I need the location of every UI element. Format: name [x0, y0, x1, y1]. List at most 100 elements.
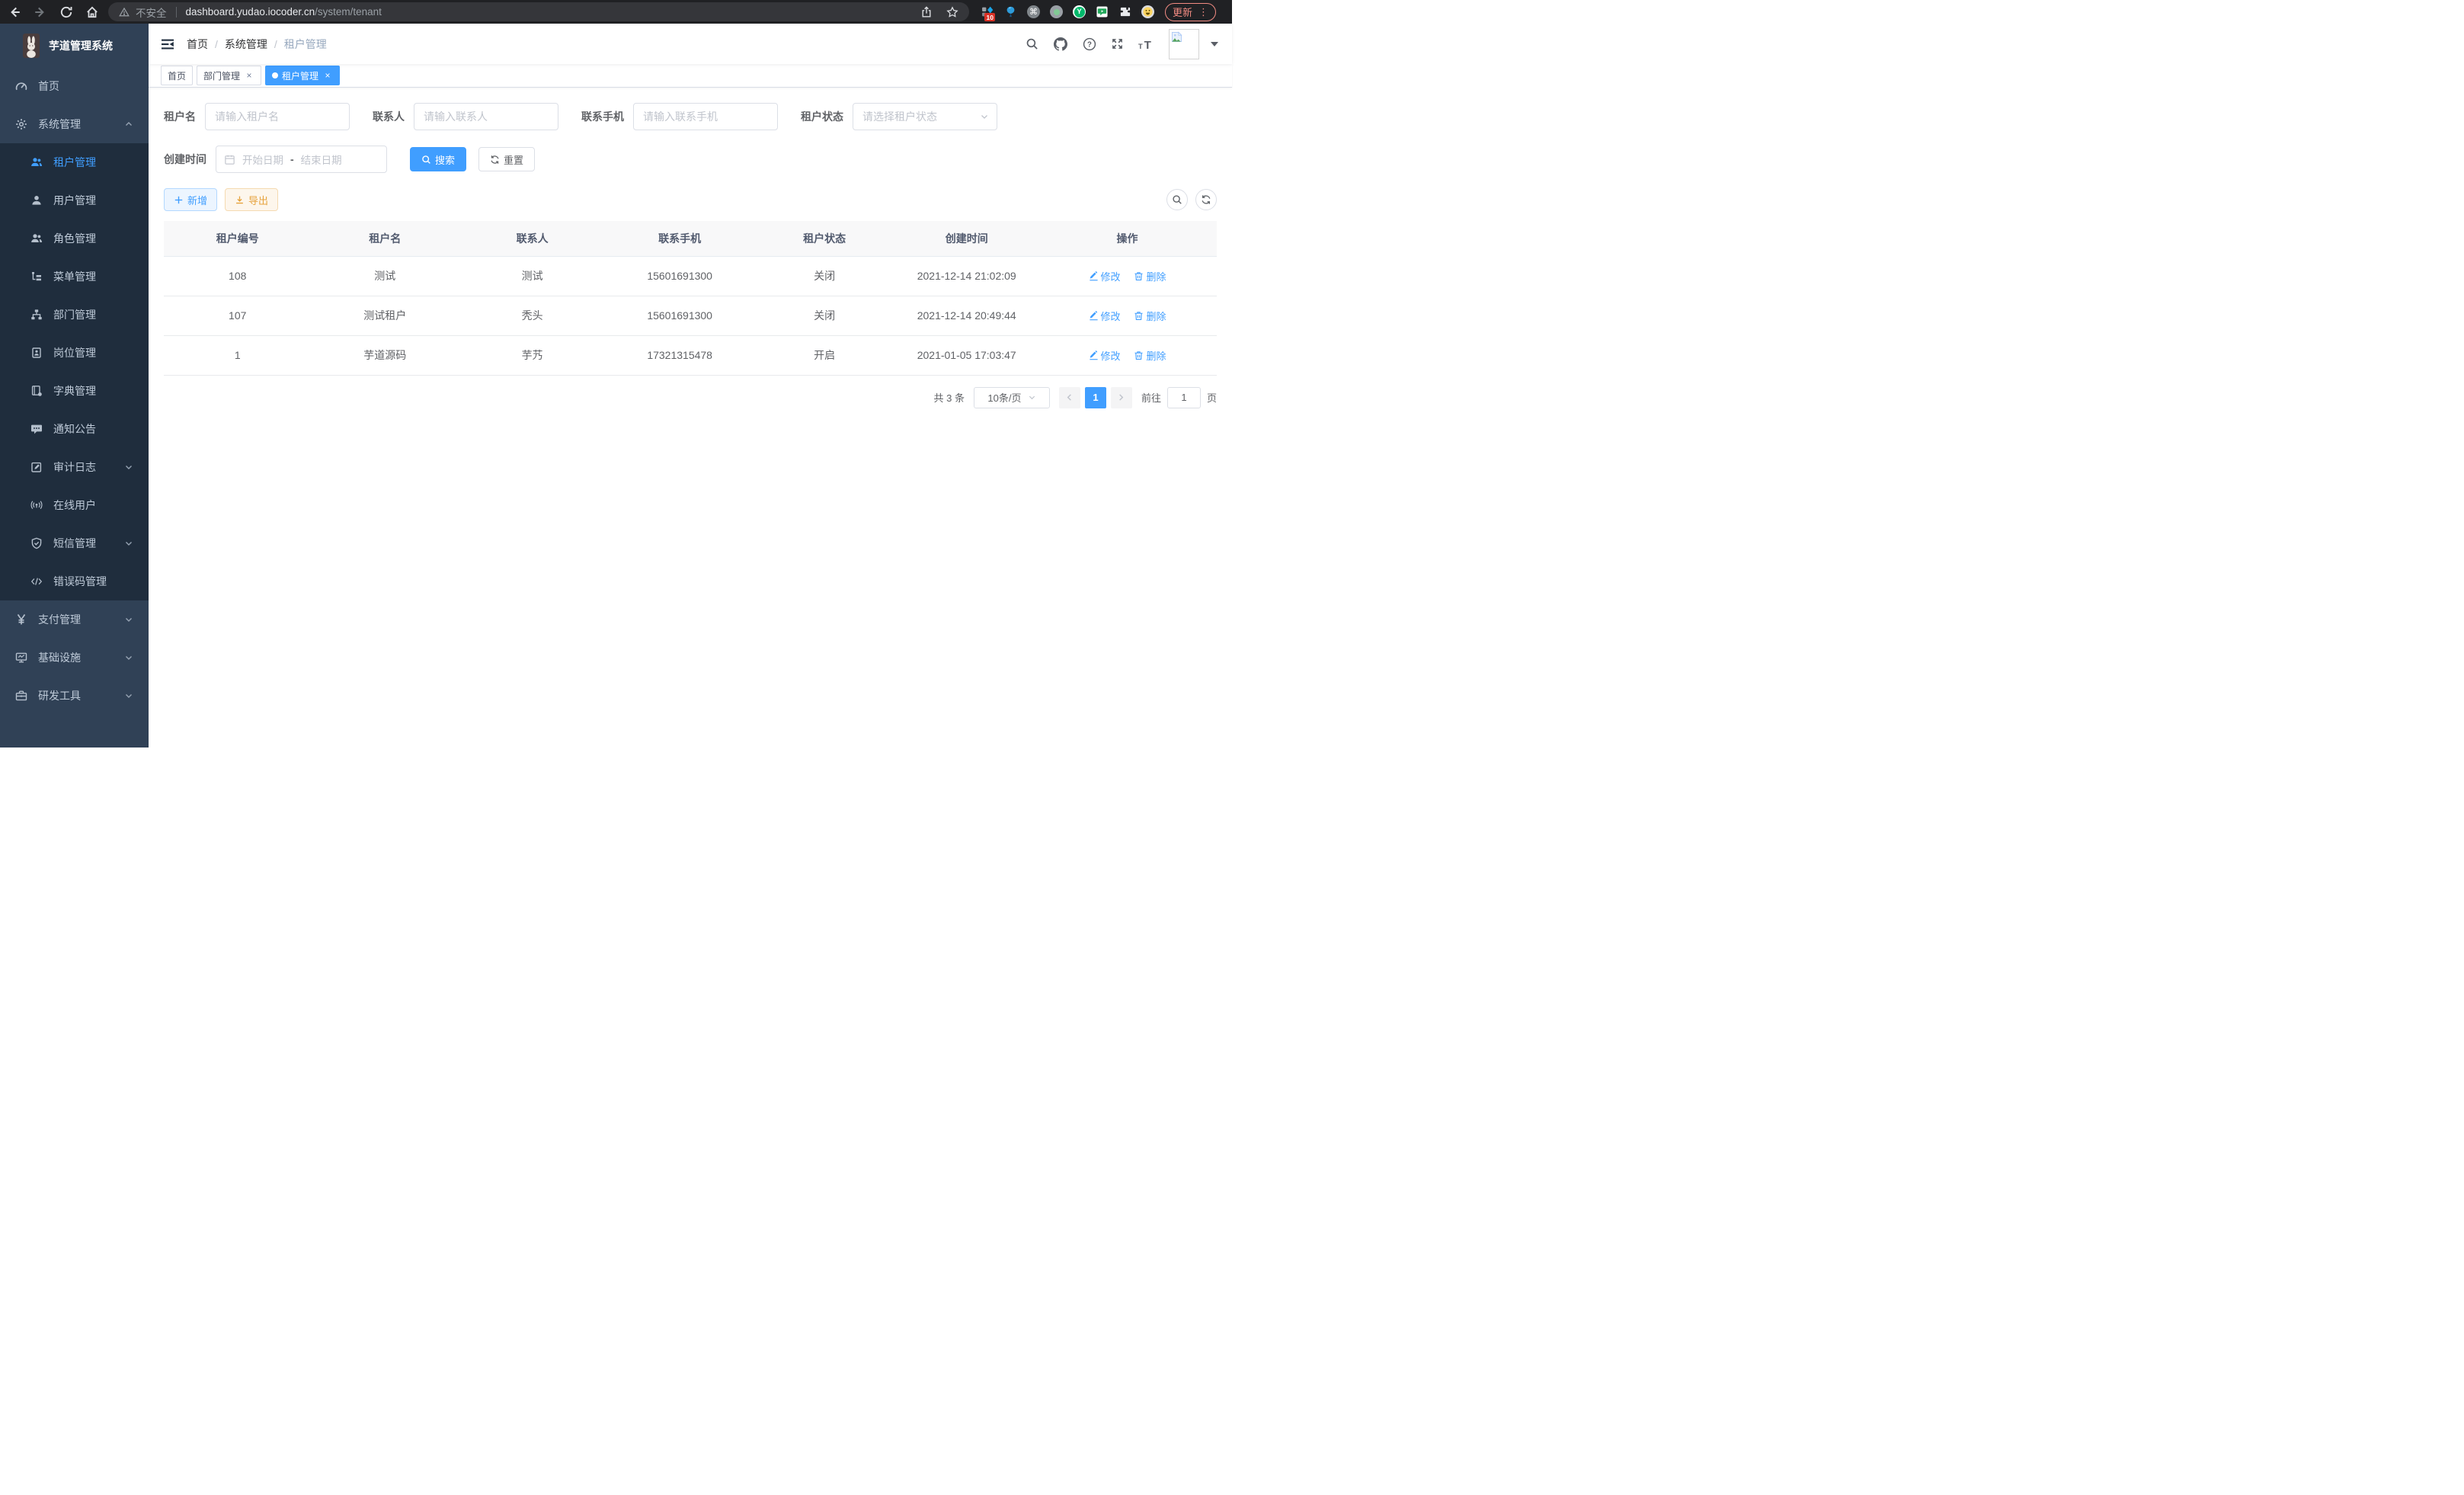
security-label[interactable]: 不安全 [136, 5, 167, 20]
browser-update-button[interactable]: 更新 ⋮ [1165, 3, 1216, 21]
refresh-table-button[interactable] [1195, 189, 1217, 210]
page-size-select[interactable]: 10条/页 [974, 387, 1050, 408]
sidebar-item-system[interactable]: 系统管理 [0, 105, 149, 143]
start-date-placeholder: 开始日期 [242, 152, 283, 167]
forward-icon[interactable] [34, 5, 47, 19]
avatar-caret-icon[interactable] [1211, 42, 1218, 46]
delete-link[interactable]: 删除 [1134, 348, 1166, 363]
table-toolbar: 新增 导出 [164, 188, 1217, 211]
tab-label: 首页 [168, 69, 186, 82]
chevron-down-icon [124, 653, 133, 662]
extension-emoji-icon[interactable] [1141, 5, 1154, 18]
mobile-label: 联系手机 [581, 109, 624, 124]
github-icon[interactable] [1053, 37, 1068, 52]
badge-icon [30, 347, 43, 359]
calendar-icon [224, 154, 235, 165]
extension-balloon-icon[interactable] [1004, 5, 1017, 18]
pen-square-icon [30, 461, 43, 473]
delete-link[interactable]: 删除 [1134, 309, 1166, 323]
url-text[interactable]: dashboard.yudao.iocoder.cn/system/tenant [186, 6, 382, 18]
breadcrumb-section[interactable]: 系统管理 [225, 37, 267, 52]
sidebar-item-error-code[interactable]: 错误码管理 [0, 562, 149, 600]
extension-recorder-icon[interactable] [1050, 5, 1063, 18]
sidebar-item-menu[interactable]: 菜单管理 [0, 258, 149, 296]
tab-close-icon[interactable]: × [244, 70, 254, 81]
tenant-name-input[interactable] [205, 103, 350, 130]
sidebar-item-label: 岗位管理 [53, 345, 133, 360]
sidebar-item-role[interactable]: 角色管理 [0, 219, 149, 258]
sidebar-item-online-user[interactable]: 在线用户 [0, 486, 149, 524]
export-button[interactable]: 导出 [225, 188, 278, 211]
sidebar-item-infra[interactable]: 基础设施 [0, 639, 149, 677]
browser-menu-icon[interactable]: ⋮ [1198, 6, 1208, 18]
extension-palette-icon[interactable]: 10 [981, 5, 994, 18]
edit-link[interactable]: 修改 [1089, 269, 1121, 283]
status-select[interactable]: 请选择租户状态 [853, 103, 997, 130]
download-icon [235, 195, 245, 205]
home-icon[interactable] [85, 5, 99, 19]
page-number-button[interactable]: 1 [1085, 387, 1106, 408]
sidebar-item-dict[interactable]: 字典管理 [0, 372, 149, 410]
breadcrumb-separator: / [215, 38, 218, 50]
sidebar-item-tenant[interactable]: 租户管理 [0, 143, 149, 181]
broadcast-icon [30, 499, 43, 511]
filter-row-2: 创建时间 开始日期 - 结束日期 搜索 重置 [164, 146, 1217, 173]
edit-link[interactable]: 修改 [1089, 309, 1121, 323]
tab-home[interactable]: 首页 [161, 66, 193, 85]
next-page-button[interactable] [1111, 387, 1132, 408]
fullscreen-icon[interactable] [1111, 37, 1124, 50]
tab-label: 部门管理 [203, 69, 240, 82]
sidebar-item-home[interactable]: 首页 [0, 67, 149, 105]
user-avatar[interactable] [1169, 29, 1199, 59]
share-icon[interactable] [920, 6, 933, 18]
sidebar-item-dev-tools[interactable]: 研发工具 [0, 677, 149, 715]
shield-check-icon [30, 537, 43, 549]
sidebar-item-label: 系统管理 [38, 117, 114, 132]
extension-chat-icon[interactable] [1096, 5, 1109, 18]
jump-page-input[interactable] [1167, 387, 1201, 408]
extension-command-icon[interactable]: ⌘ [1027, 5, 1040, 18]
bookmark-star-icon[interactable] [946, 6, 958, 18]
extension-yuque-icon[interactable]: Y [1073, 5, 1086, 18]
menu-fold-icon[interactable] [161, 38, 174, 50]
sidebar-item-notice[interactable]: 通知公告 [0, 410, 149, 448]
font-size-icon[interactable]: TT [1138, 37, 1154, 51]
sidebar-item-post[interactable]: 岗位管理 [0, 334, 149, 372]
app-logo[interactable]: 芋道管理系统 [0, 24, 149, 67]
add-button[interactable]: 新增 [164, 188, 217, 211]
search-icon[interactable] [1026, 37, 1038, 50]
tab-dept[interactable]: 部门管理 × [197, 66, 261, 85]
reset-button[interactable]: 重置 [478, 147, 535, 171]
tabs-bar: 首页 部门管理 × 租户管理 × [149, 64, 1232, 88]
breadcrumb-home[interactable]: 首页 [187, 37, 208, 52]
mobile-input[interactable] [633, 103, 778, 130]
extensions-puzzle-icon[interactable] [1118, 5, 1131, 18]
sidebar-item-dept[interactable]: 部门管理 [0, 296, 149, 334]
search-button[interactable]: 搜索 [410, 147, 466, 171]
contact-input[interactable] [414, 103, 558, 130]
edit-link[interactable]: 修改 [1089, 348, 1121, 363]
cell-tenant-id: 107 [164, 296, 311, 335]
col-actions: 操作 [1038, 221, 1217, 256]
tab-close-icon[interactable]: × [322, 70, 333, 81]
jump-prefix-label: 前往 [1141, 390, 1161, 405]
status-label: 租户状态 [801, 109, 843, 124]
url-bar[interactable]: 不安全 dashboard.yudao.iocoder.cn/system/te… [108, 2, 969, 21]
sidebar-item-pay[interactable]: 支付管理 [0, 600, 149, 639]
mobile-field: 联系手机 [581, 103, 778, 130]
date-range-input[interactable]: 开始日期 - 结束日期 [216, 146, 387, 173]
reload-icon[interactable] [59, 5, 73, 19]
back-icon[interactable] [8, 5, 21, 19]
sidebar-item-audit-log[interactable]: 审计日志 [0, 448, 149, 486]
tab-tenant[interactable]: 租户管理 × [265, 66, 340, 85]
trash-icon [1134, 311, 1144, 321]
delete-link[interactable]: 删除 [1134, 269, 1166, 283]
help-icon[interactable]: ? [1083, 37, 1096, 51]
sidebar-item-sms[interactable]: 短信管理 [0, 524, 149, 562]
monitor-icon [15, 651, 27, 664]
table-row: 107 测试租户 秃头 15601691300 关闭 2021-12-14 20… [164, 296, 1217, 335]
prev-page-button[interactable] [1059, 387, 1080, 408]
toggle-search-button[interactable] [1166, 189, 1188, 210]
url-separator [176, 7, 177, 18]
sidebar-item-user[interactable]: 用户管理 [0, 181, 149, 219]
